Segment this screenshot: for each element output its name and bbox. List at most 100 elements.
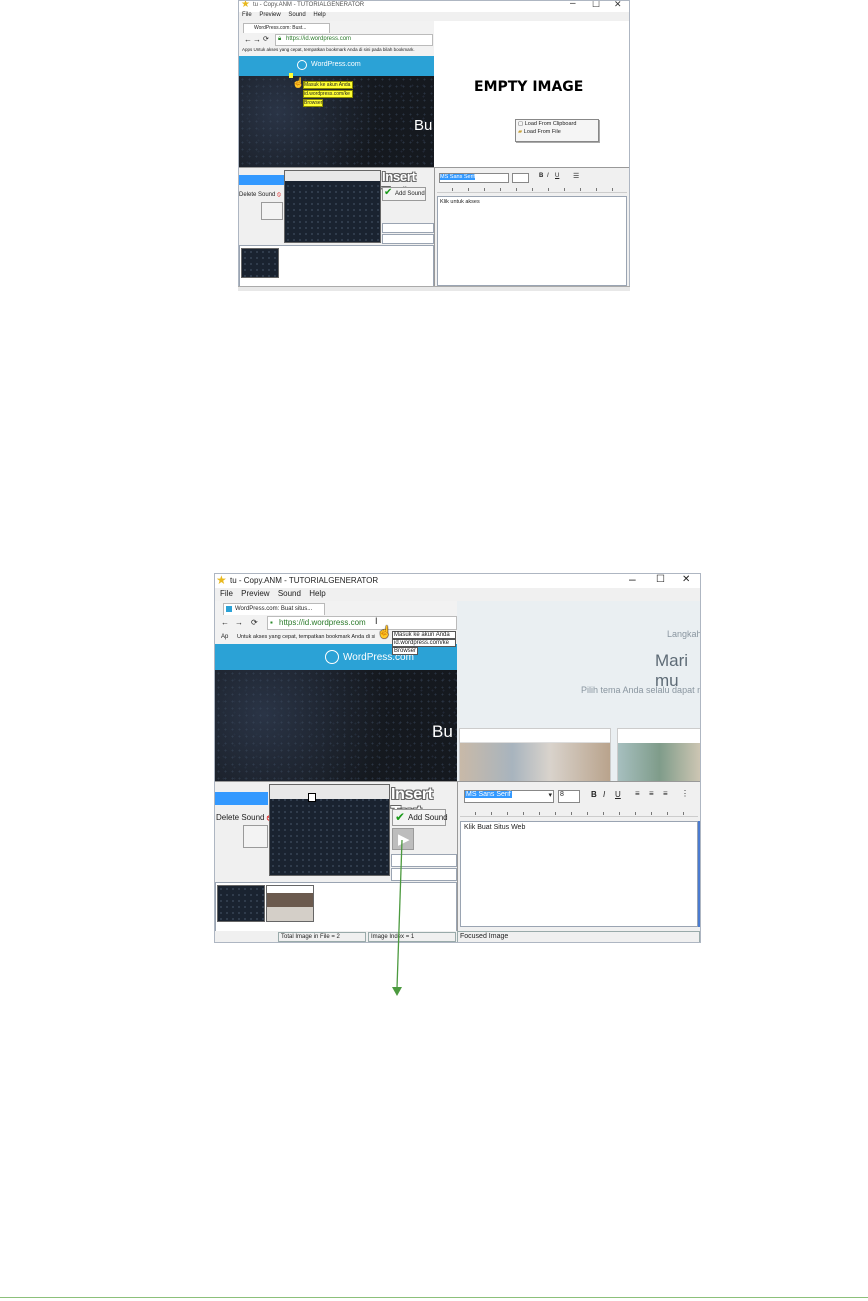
maximize-icon[interactable]: ☐ (656, 574, 665, 585)
maximize-icon[interactable]: ☐ (592, 1, 600, 10)
strip-thumbnail[interactable] (217, 885, 265, 922)
menu-help[interactable]: Help (313, 12, 325, 18)
context-load-file[interactable]: ▰ Load From File (516, 128, 598, 136)
font-size-select[interactable]: 8 (558, 790, 580, 803)
image-preview-panel: EMPTY IMAGE ▢ Load From Clipboard ▰ Load… (434, 21, 629, 167)
browser-tab[interactable]: WordPress.com: Bust... (243, 23, 330, 33)
popup-item[interactable]: Browser (303, 99, 323, 107)
bookmarks-bar: Apps Untuk akses yang cepat, tempatkan b… (242, 47, 415, 52)
menu-preview[interactable]: Preview (259, 12, 280, 18)
preview-heading-small: Langkah (667, 629, 701, 639)
side-button[interactable] (261, 202, 283, 220)
back-icon[interactable]: ← (221, 618, 229, 627)
right-scroll-accent (698, 821, 700, 927)
bookmarks-bar: Untuk akses yang cepat, tempatkan bookma… (237, 634, 375, 640)
preview-thumbnail[interactable] (284, 170, 381, 243)
font-select[interactable]: MS Sans Serif (439, 173, 509, 183)
editor-text: Klik Buat Situs Web (464, 824, 526, 831)
text-editor-panel: MS Sans Serif B I U ☰ Klik untuk akses (434, 167, 629, 287)
hand-cursor-icon: ☝ (377, 625, 392, 639)
url-bar[interactable]: ▪ https://id.wordpress.com (267, 616, 457, 630)
chevron-down-icon[interactable]: ▾ (548, 791, 552, 799)
popup-item[interactable]: Masuk ke akun Anda (392, 631, 456, 639)
align-left-icon[interactable]: ≡ (635, 789, 640, 798)
preview-thumbnail[interactable] (269, 784, 390, 876)
bullets-icon[interactable]: ⋮ (681, 789, 689, 798)
popup-list: Masuk ke akun Anda id.wordpress.com/ke B… (303, 81, 353, 107)
underline-icon[interactable]: U (555, 173, 559, 179)
url-bar[interactable]: 🔒︎ https://id.wordpress.com (275, 34, 433, 46)
preview-subtitle: Pilih tema Anda selalu dapat mengga (581, 685, 700, 695)
hand-cursor-icon: ☝ (292, 78, 305, 89)
popup-item[interactable]: id.wordpress.com/ke (392, 639, 456, 647)
underline-icon[interactable]: U (615, 790, 621, 799)
flow-arrow (392, 839, 403, 996)
checkmark-icon: ✔ (384, 187, 393, 198)
forward-icon[interactable]: → (235, 618, 243, 627)
close-icon[interactable]: ✕ (614, 1, 622, 10)
italic-icon[interactable]: I (603, 790, 605, 799)
side-button[interactable] (243, 825, 268, 848)
popup-item[interactable]: Masuk ke akun Anda (303, 81, 353, 89)
strip-thumbnail[interactable] (266, 885, 314, 922)
add-sound-button[interactable]: ✔ Add Sound (382, 187, 426, 201)
reload-icon[interactable]: ⟳ (251, 618, 258, 627)
bold-icon[interactable]: B (591, 790, 597, 799)
theme-card (459, 728, 611, 783)
menu-file[interactable]: File (242, 12, 252, 18)
lock-icon: 🔒︎ (278, 36, 282, 42)
bookmarks-apps[interactable]: Ap (221, 634, 228, 640)
font-size-select[interactable] (512, 173, 529, 183)
delete-sound-label[interactable]: Delete Sound ⦸ (216, 813, 272, 823)
checkmark-icon: ✔ (395, 810, 406, 824)
popup-item[interactable]: Browser (392, 647, 418, 655)
context-menu: ▢ Load From Clipboard ▰ Load From File (515, 119, 599, 142)
menu-bar: File Preview Sound Help (242, 12, 332, 21)
input-field[interactable] (382, 234, 434, 244)
app-window-2: ★ tu - Copy.ANM - TUTORIALGENERATOR – ☐ … (214, 573, 701, 943)
menu-sound[interactable]: Sound (278, 589, 301, 598)
popup-item[interactable]: id.wordpress.com/ke (303, 90, 353, 98)
title-bar: ★ tu - Copy.ANM - TUTORIALGENERATOR – ☐ … (239, 1, 629, 12)
rich-text-area[interactable]: Klik untuk akses (437, 196, 627, 286)
align-center-icon[interactable]: ≡ (649, 789, 654, 798)
ruler (460, 808, 698, 817)
bottom-left-area: Delete Sound ⦸ Insert Text ✔ Add Sound ▶ (215, 781, 457, 932)
no-entry-icon: ⦸ (277, 192, 281, 198)
theme-card (617, 728, 700, 783)
back-icon[interactable]: ← (244, 35, 252, 44)
align-left-icon[interactable]: ☰ (573, 172, 579, 180)
browser-tab[interactable]: WordPress.com: Buat situs... (223, 603, 325, 615)
menu-sound[interactable]: Sound (288, 12, 305, 18)
font-select[interactable]: MS Sans Serif ▾ (464, 790, 554, 803)
title-bar: ★ tu - Copy.ANM - TUTORIALGENERATOR – ☐ … (215, 574, 700, 588)
menu-file[interactable]: File (220, 589, 233, 598)
url-text: https://id.wordpress.com (286, 36, 352, 42)
thumb-topbar (270, 785, 389, 799)
minimize-icon[interactable]: – (629, 574, 636, 586)
ruler (437, 184, 627, 193)
forward-icon[interactable]: → (253, 35, 261, 44)
menu-help[interactable]: Help (309, 589, 325, 598)
strip-thumbnail[interactable] (241, 248, 279, 278)
menu-preview[interactable]: Preview (241, 589, 269, 598)
theme-card-image (460, 743, 610, 782)
input-field[interactable] (382, 223, 434, 233)
minimize-icon[interactable]: – (570, 1, 576, 9)
bold-icon[interactable]: B (539, 173, 543, 179)
status-bar: Total Image in File = 2 Image Index = 1 … (215, 931, 700, 942)
status-total: Total Image in File = 2 (278, 932, 366, 942)
add-sound-button[interactable]: ✔ Add Sound (392, 809, 448, 826)
menu-bar: File Preview Sound Help (220, 589, 332, 601)
delete-sound-label[interactable]: Delete Sound ⦸ (239, 192, 281, 199)
wordpress-logo-icon (297, 60, 307, 70)
popup-list: Masuk ke akun Anda id.wordpress.com/ke B… (392, 631, 456, 655)
italic-icon[interactable]: I (547, 173, 549, 179)
rich-text-area[interactable]: Klik Buat Situs Web (460, 821, 698, 927)
focused-image-preview: Langkah Mari mu Pilih tema Anda selalu d… (457, 601, 701, 783)
close-icon[interactable]: ✕ (682, 574, 690, 585)
clipboard-icon: ▢ (518, 121, 525, 127)
align-right-icon[interactable]: ≡ (663, 789, 668, 798)
reload-icon[interactable]: ⟳ (263, 35, 269, 43)
context-load-clipboard[interactable]: ▢ Load From Clipboard (516, 120, 598, 128)
